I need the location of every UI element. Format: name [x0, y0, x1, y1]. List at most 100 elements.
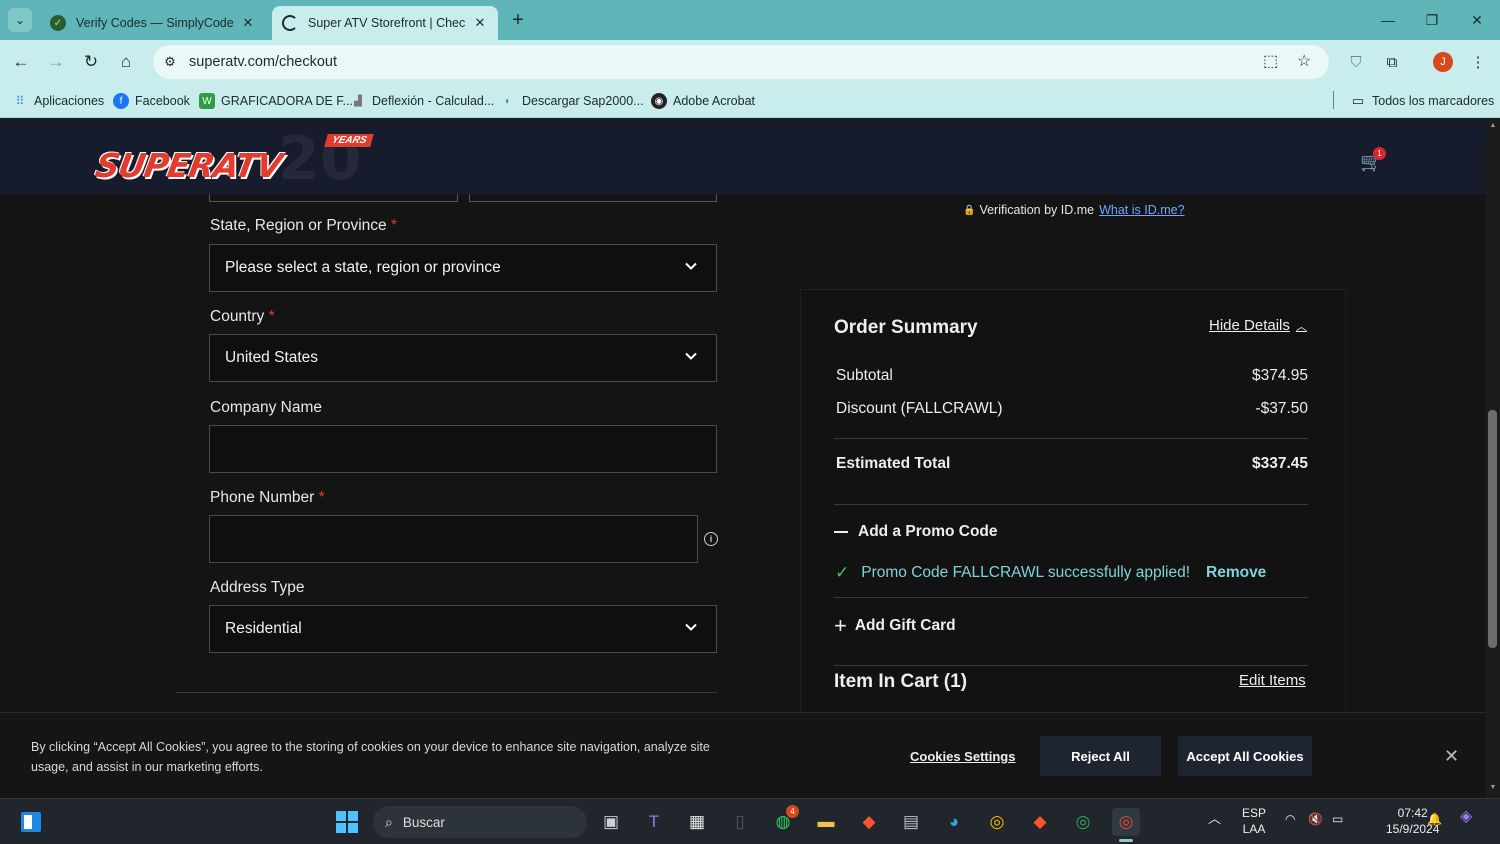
accept-all-cookies-button[interactable]: Accept All Cookies [1178, 736, 1312, 776]
info-icon[interactable]: i [704, 532, 718, 546]
bookmark-label: Todos los marcadores [1372, 94, 1495, 108]
chrome-profile-icon[interactable]: ◎ [1069, 808, 1097, 836]
copilot-icon[interactable]: ◈ [1460, 809, 1472, 825]
taskbar-search-text: Buscar [402, 814, 445, 830]
bookmark-deflexion[interactable]: ▟ Deflexión - Calculad... [350, 91, 494, 111]
new-tab-button[interactable]: + [506, 8, 530, 32]
reject-all-button[interactable]: Reject All [1040, 736, 1161, 776]
close-tab-icon[interactable]: ✕ [240, 15, 256, 31]
country-select[interactable]: United States [209, 334, 717, 382]
graph-icon: W [199, 93, 215, 109]
tab-search-button[interactable]: ⌄ [8, 8, 32, 32]
company-label-text: Company Name [210, 399, 322, 416]
promo-success-text: Promo Code FALLCRAWL successfully applie… [861, 564, 1191, 581]
remove-promo-button[interactable]: Remove [1206, 564, 1266, 582]
bookmark-star-icon[interactable]: ☆ [1297, 51, 1311, 71]
show-hidden-icons-chevron-icon[interactable]: ︿ [1208, 811, 1221, 827]
windows-start-icon[interactable] [333, 808, 361, 836]
edge-icon[interactable]: ◕ [940, 808, 968, 836]
bookmark-apps[interactable]: ⠿ Aplicaciones [12, 91, 105, 111]
previous-field-bottom[interactable] [469, 194, 717, 202]
forward-arrow-icon[interactable]: → [44, 50, 68, 74]
hide-details-label: Hide Details [1209, 317, 1290, 334]
summary-divider [834, 665, 1308, 666]
bookmark-label: Aplicaciones [34, 94, 105, 108]
teams-icon[interactable]: T [640, 808, 668, 836]
calculator-icon[interactable]: ▤ [897, 808, 925, 836]
what-is-idme-link[interactable]: What is ID.me? [1099, 203, 1184, 217]
task-view-icon[interactable]: ▣ [597, 808, 625, 836]
shield-extension-icon[interactable]: ⛉ [1344, 50, 1368, 74]
state-label-text: State, Region or Province [210, 217, 387, 234]
minimize-icon[interactable]: — [1366, 0, 1410, 40]
extensions-puzzle-icon[interactable]: ⧉ [1380, 50, 1404, 74]
bookmark-sap2000[interactable]: ◐ Descargar Sap2000... [500, 91, 644, 111]
microsoft-store-icon[interactable]: ▦ [683, 808, 711, 836]
active-app-indicator [1119, 839, 1133, 842]
volume-muted-icon[interactable]: 🔇 [1308, 811, 1323, 827]
scroll-up-arrow-icon[interactable]: ▲ [1488, 122, 1498, 129]
file-explorer-icon[interactable]: ▬ [812, 808, 840, 836]
state-label: State, Region or Province * [210, 217, 397, 235]
summary-divider [834, 504, 1308, 505]
add-promo-code-toggle[interactable]: Add a Promo Code [834, 523, 998, 541]
cart-count-badge: 1 [1373, 147, 1386, 160]
bookmark-facebook[interactable]: f Facebook [113, 91, 190, 111]
add-gift-card-toggle[interactable]: + Add Gift Card [834, 615, 956, 637]
kebab-menu-icon[interactable]: ⋮ [1466, 50, 1490, 74]
address-type-select[interactable]: Residential [209, 605, 717, 653]
superatv-logo[interactable]: 20 YEARS SUPERATV [92, 124, 386, 194]
chrome-active-icon[interactable]: ◎ [1112, 808, 1140, 836]
address-bar[interactable]: ⚙ superatv.com/checkout ⬚ ☆ [153, 45, 1329, 79]
estimated-total-label: Estimated Total [836, 455, 951, 472]
taskbar-search-box[interactable]: ⌕ Buscar [373, 806, 587, 838]
plus-icon: + [834, 613, 847, 638]
site-info-icon[interactable]: ⚙ [159, 51, 181, 73]
close-tab-icon[interactable]: ✕ [472, 15, 488, 31]
install-app-icon[interactable]: ⬚ [1263, 51, 1278, 71]
logo-wordmark: SUPERATV [92, 146, 285, 185]
notifications-icon[interactable]: 🔔 [1427, 811, 1442, 827]
scroll-down-arrow-icon[interactable]: ▼ [1488, 784, 1498, 791]
phone-number-input[interactable] [209, 515, 698, 563]
brave-profile-icon[interactable]: ◆ [1026, 808, 1054, 836]
tab-superatv[interactable]: Super ATV Storefront | Checkou ✕ [272, 6, 498, 40]
summary-divider [834, 438, 1308, 439]
tab-simplycodes[interactable]: ✓ Verify Codes — SimplyCodes ✕ [40, 6, 266, 40]
profile-avatar[interactable]: J [1431, 50, 1455, 74]
battery-icon[interactable]: ▭ [1332, 811, 1343, 827]
bookmark-graficadora[interactable]: W GRAFICADORA DE F... [199, 91, 353, 111]
cookies-settings-button[interactable]: Cookies Settings [910, 749, 1015, 764]
items-in-cart-title: Item In Cart (1) [834, 671, 968, 692]
bookmark-label: Deflexión - Calculad... [372, 94, 495, 108]
bookmarks-bar: ⠿ Aplicaciones f Facebook W GRAFICADORA … [0, 84, 1500, 118]
previous-field-bottom[interactable] [209, 194, 458, 202]
wifi-icon[interactable]: ◠ [1285, 811, 1295, 827]
back-arrow-icon[interactable]: ← [9, 50, 33, 74]
facebook-icon: f [113, 93, 129, 109]
brave-icon[interactable]: ◆ [855, 808, 883, 836]
bookmark-acrobat[interactable]: ◉ Adobe Acrobat [651, 91, 755, 111]
language-indicator[interactable]: ESP LAA [1242, 805, 1266, 837]
edit-items-link[interactable]: Edit Items [1239, 672, 1306, 689]
simplycodes-favicon-icon: ✓ [50, 15, 66, 31]
chevron-up-icon: ︿ [1295, 320, 1307, 333]
state-select[interactable]: Please select a state, region or provinc… [209, 244, 717, 292]
phone-label-text: Phone Number [210, 489, 315, 506]
beam-icon: ▟ [354, 95, 362, 107]
company-name-input[interactable] [209, 425, 717, 473]
home-icon[interactable]: ⌂ [114, 50, 138, 74]
bookmark-separator [1333, 91, 1334, 109]
chrome-icon[interactable]: ◎ [983, 808, 1011, 836]
close-icon[interactable]: ✕ [1444, 746, 1459, 767]
reload-icon[interactable]: ↻ [79, 50, 103, 74]
scrollbar-thumb[interactable] [1488, 410, 1497, 648]
close-window-icon[interactable]: ✕ [1455, 0, 1499, 40]
restore-icon[interactable]: ❐ [1410, 0, 1454, 40]
app-icon[interactable]: ▯ [726, 808, 754, 836]
all-bookmarks-folder[interactable]: ▭ Todos los marcadores [1350, 91, 1494, 111]
hide-details-toggle[interactable]: Hide Details ︿ [1209, 317, 1307, 334]
keyboard-layout: LAA [1242, 822, 1266, 836]
widgets-icon[interactable] [17, 808, 45, 836]
bookmark-label: Descargar Sap2000... [522, 94, 644, 108]
